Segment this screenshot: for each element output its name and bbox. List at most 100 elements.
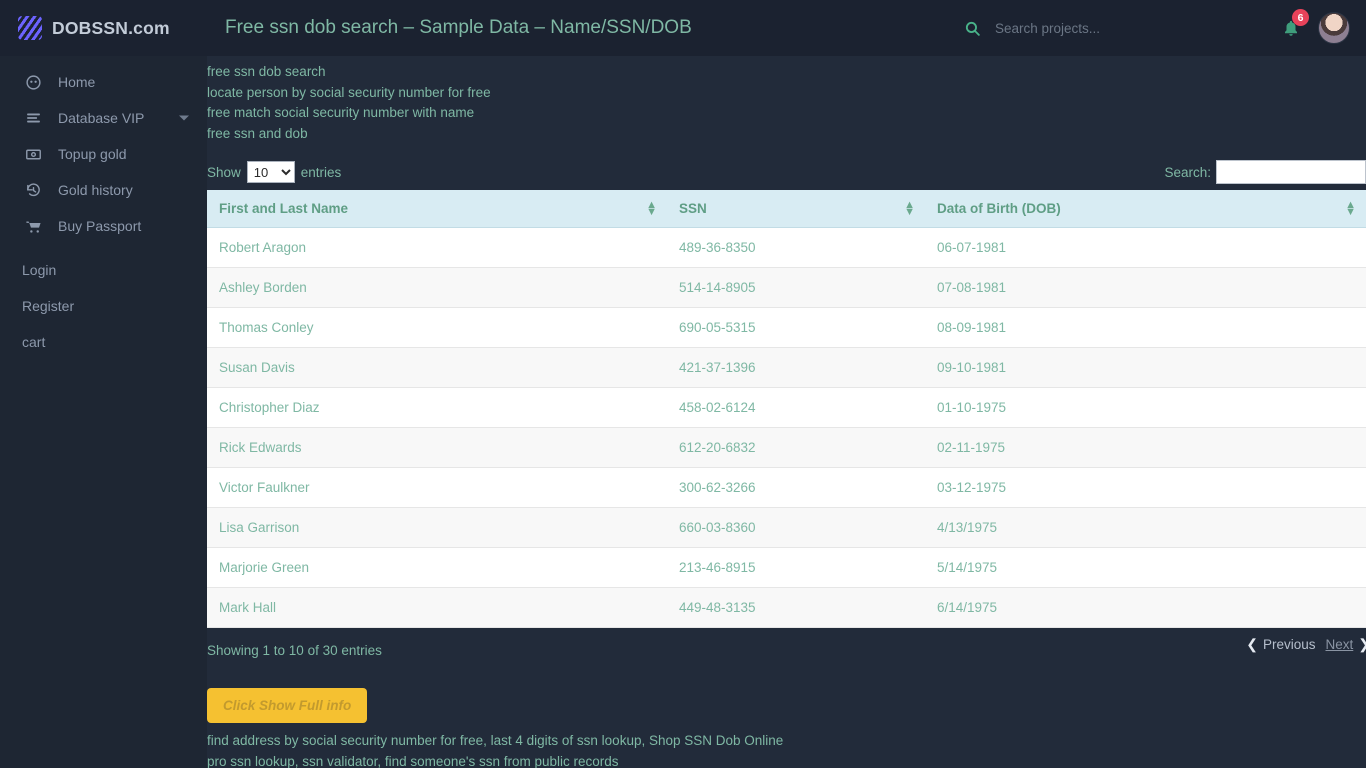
chevron-down-icon[interactable] bbox=[179, 115, 189, 121]
sidebar-item-home[interactable]: Home bbox=[0, 64, 207, 100]
sidebar-item-cart[interactable]: cart bbox=[0, 324, 207, 360]
cell-dob: 01-10-1975 bbox=[925, 387, 1366, 428]
avatar[interactable] bbox=[1318, 12, 1350, 44]
cell-ssn: 449-48-3135 bbox=[667, 587, 925, 628]
dashboard-icon bbox=[22, 73, 44, 91]
cell-ssn: 489-36-8350 bbox=[667, 227, 925, 268]
search-icon[interactable] bbox=[957, 13, 987, 43]
cell-name: Mark Hall bbox=[207, 587, 667, 628]
main-content: free ssn dob search locate person by soc… bbox=[207, 56, 1366, 768]
sidebar-item-label: Home bbox=[58, 74, 96, 90]
table-header-row: First and Last Name ▲ ▼ SSN ▲ ▼ Data of Bi… bbox=[207, 190, 1366, 228]
cell-dob: 5/14/1975 bbox=[925, 547, 1366, 588]
cell-ssn: 660-03-8360 bbox=[667, 507, 925, 548]
cell-dob: 08-09-1981 bbox=[925, 307, 1366, 348]
sort-icon[interactable]: ▲ ▼ bbox=[904, 199, 915, 217]
top-header: Free ssn dob search – Sample Data – Name… bbox=[207, 0, 1366, 56]
table-footer: Showing 1 to 10 of 30 entries ❮ Previous… bbox=[207, 628, 1366, 662]
chevron-right-icon[interactable]: ❯ bbox=[1358, 636, 1366, 653]
brand[interactable]: DOBSSN.com bbox=[0, 0, 207, 56]
results-table: First and Last Name ▲ ▼ SSN ▲ ▼ Data of Bi… bbox=[207, 190, 1366, 628]
table-row[interactable]: Robert Aragon 489-36-8350 06-07-1981 bbox=[207, 227, 1366, 268]
cart-icon bbox=[22, 217, 44, 235]
table-row[interactable]: Thomas Conley 690-05-5315 08-09-1981 bbox=[207, 307, 1366, 348]
show-label: Show bbox=[207, 164, 241, 180]
search-input[interactable] bbox=[993, 19, 1168, 37]
cell-name: Marjorie Green bbox=[207, 547, 667, 588]
column-header-dob[interactable]: Data of Birth (DOB) ▲ ▼ bbox=[925, 190, 1366, 228]
keywords-top: free ssn dob search locate person by soc… bbox=[207, 56, 1366, 144]
header-actions: 6 bbox=[957, 9, 1366, 44]
cell-ssn: 690-05-5315 bbox=[667, 307, 925, 348]
page-length-select[interactable]: 10 25 50 100 bbox=[246, 161, 295, 183]
sidebar-item-label: Topup gold bbox=[58, 146, 127, 162]
keyword-line: find address by social security number f… bbox=[207, 733, 784, 748]
column-header-name[interactable]: First and Last Name ▲ ▼ bbox=[207, 190, 667, 228]
sidebar-item-label: Buy Passport bbox=[58, 218, 142, 234]
pagination-previous[interactable]: Previous bbox=[1263, 637, 1316, 652]
entries-label: entries bbox=[300, 164, 342, 180]
list-icon bbox=[22, 109, 44, 127]
table-body: Robert Aragon 489-36-8350 06-07-1981 Ash… bbox=[207, 227, 1366, 628]
pagination-next[interactable]: Next bbox=[1326, 637, 1354, 652]
sidebar-divider-space bbox=[0, 244, 207, 252]
cell-name: Ashley Borden bbox=[207, 267, 667, 308]
cell-dob: 09-10-1981 bbox=[925, 347, 1366, 388]
sidebar-item-label: Login bbox=[22, 262, 57, 278]
cell-dob: 03-12-1975 bbox=[925, 467, 1366, 508]
sidebar-item-gold-history[interactable]: Gold history bbox=[0, 172, 207, 208]
cell-dob: 4/13/1975 bbox=[925, 507, 1366, 548]
cell-name: Susan Davis bbox=[207, 347, 667, 388]
sidebar-item-label: Database VIP bbox=[58, 110, 145, 126]
column-header-label: Data of Birth (DOB) bbox=[937, 201, 1061, 216]
cell-ssn: 514-14-8905 bbox=[667, 267, 925, 308]
column-header-ssn[interactable]: SSN ▲ ▼ bbox=[667, 190, 925, 228]
cell-ssn: 612-20-6832 bbox=[667, 427, 925, 468]
pagination: ❮ Previous Next ❯ bbox=[1241, 636, 1366, 653]
cell-ssn: 421-37-1396 bbox=[667, 347, 925, 388]
cell-name: Thomas Conley bbox=[207, 307, 667, 348]
keyword-line: free match social security number with n… bbox=[207, 105, 475, 120]
sidebar-item-topup-gold[interactable]: Topup gold bbox=[0, 136, 207, 172]
show-full-info-button[interactable]: Click Show Full info bbox=[207, 688, 368, 723]
sidebar-item-register[interactable]: Register bbox=[0, 288, 207, 324]
notifications-button[interactable]: 6 bbox=[1276, 9, 1309, 43]
cell-dob: 07-08-1981 bbox=[925, 267, 1366, 308]
cell-ssn: 300-62-3266 bbox=[667, 467, 925, 508]
keyword-line: free ssn and dob bbox=[207, 125, 308, 141]
table-row[interactable]: Christopher Diaz 458-02-6124 01-10-1975 bbox=[207, 387, 1366, 428]
notification-badge: 6 bbox=[1292, 9, 1309, 26]
table-row[interactable]: Ashley Borden 514-14-8905 07-08-1981 bbox=[207, 267, 1366, 308]
sort-icon[interactable]: ▲ ▼ bbox=[1345, 199, 1356, 217]
cell-name: Robert Aragon bbox=[207, 227, 667, 268]
table-row[interactable]: Marjorie Green 213-46-8915 5/14/1975 bbox=[207, 547, 1366, 588]
table-row[interactable]: Victor Faulkner 300-62-3266 03-12-1975 bbox=[207, 467, 1366, 508]
keywords-bottom: find address by social security number f… bbox=[207, 731, 1366, 768]
chevron-left-icon[interactable]: ❮ bbox=[1246, 636, 1258, 653]
page-root: DOBSSN.com Home Database VIP Topup gold … bbox=[0, 0, 1366, 768]
sidebar-item-database-vip[interactable]: Database VIP bbox=[0, 100, 207, 136]
table-info: Showing 1 to 10 of 30 entries bbox=[207, 642, 382, 658]
money-icon bbox=[22, 145, 44, 163]
brand-name: DOBSSN.com bbox=[52, 17, 170, 38]
cell-name: Rick Edwards bbox=[207, 427, 667, 468]
cell-name: Lisa Garrison bbox=[207, 507, 667, 548]
sidebar-item-login[interactable]: Login bbox=[0, 252, 207, 288]
cell-ssn: 458-02-6124 bbox=[667, 387, 925, 428]
keyword-line: free ssn dob search bbox=[207, 64, 326, 79]
sidebar-item-label: Register bbox=[22, 298, 75, 314]
sidebar-item-label: cart bbox=[22, 334, 46, 350]
table-row[interactable]: Susan Davis 421-37-1396 09-10-1981 bbox=[207, 347, 1366, 388]
sort-icon[interactable]: ▲ ▼ bbox=[646, 199, 657, 217]
table-row[interactable]: Mark Hall 449-48-3135 6/14/1975 bbox=[207, 587, 1366, 628]
cell-name: Christopher Diaz bbox=[207, 387, 667, 428]
page-title: Free ssn dob search – Sample Data – Name… bbox=[225, 17, 692, 38]
keyword-line: locate person by social security number … bbox=[207, 84, 491, 100]
table-row[interactable]: Rick Edwards 612-20-6832 02-11-1975 bbox=[207, 427, 1366, 468]
column-header-label: First and Last Name bbox=[219, 201, 349, 216]
cell-dob: 02-11-1975 bbox=[925, 427, 1366, 468]
table-row[interactable]: Lisa Garrison 660-03-8360 4/13/1975 bbox=[207, 507, 1366, 548]
table-search-input[interactable] bbox=[1216, 160, 1366, 184]
sidebar-item-buy-passport[interactable]: Buy Passport bbox=[0, 208, 207, 244]
cell-dob: 6/14/1975 bbox=[925, 587, 1366, 628]
